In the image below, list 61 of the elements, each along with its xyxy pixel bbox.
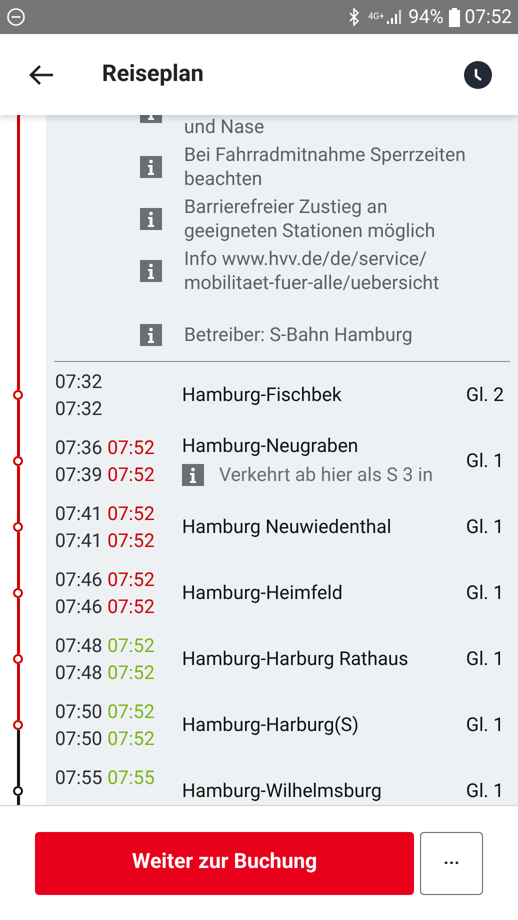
- station-name: Hamburg-Neugraben: [182, 432, 360, 459]
- note-text: Barrierefreier Zustieg an geeigneten Stationen möglich: [184, 195, 436, 243]
- platform-label: Gl. 1: [466, 514, 505, 540]
- actual-time: 07:55: [107, 765, 155, 791]
- platform-label: Gl. 1: [466, 646, 505, 672]
- planned-time: 07:32: [55, 396, 102, 422]
- station-name: Hamburg-Harburg Rathaus: [182, 646, 410, 672]
- clock-button[interactable]: [464, 60, 492, 88]
- station-name: Hamburg Neuwiedenthal: [182, 514, 392, 540]
- actual-time: 07:52: [107, 462, 155, 488]
- planned-time: 07:55: [55, 765, 102, 791]
- planned-time: 07:41: [55, 501, 102, 527]
- actual-time: 07:52: [107, 528, 155, 554]
- planned-time: 07:46: [55, 594, 102, 620]
- planned-time: 07:46: [55, 567, 102, 593]
- info-icon: [182, 464, 204, 486]
- actual-time: 07:52: [107, 726, 155, 752]
- station-name: Hamburg-Fischbek: [182, 382, 343, 408]
- platform-label: Gl. 1: [466, 712, 505, 738]
- planned-time: 07:50: [55, 726, 102, 752]
- note-text: Info www.hvv.de/de/service/ mobilitaet-fuer-alle/uebersicht: [184, 247, 440, 295]
- actual-time: 07:52: [107, 567, 155, 593]
- info-icon: [140, 260, 162, 282]
- actual-time: 07:52: [107, 594, 155, 620]
- actual-time: 07:52: [107, 435, 155, 461]
- platform-label: Gl. 1: [466, 580, 505, 606]
- info-icon: [140, 156, 162, 178]
- back-arrow-icon: [28, 64, 54, 86]
- stop-note: Verkehrt ab hier als S 3 in: [219, 462, 434, 488]
- station-name: Hamburg-Heimfeld: [182, 580, 344, 606]
- actual-time: 07:52: [107, 501, 155, 527]
- actual-time: 07:52: [107, 699, 155, 725]
- do-not-disturb-icon: [6, 7, 26, 27]
- more-button[interactable]: ···: [420, 832, 483, 894]
- signal-icon: [386, 9, 402, 25]
- platform-label: Gl. 2: [466, 382, 505, 408]
- station-name: Hamburg-Wilhelmsburg: [182, 778, 383, 804]
- note-text: Betreiber: S-Bahn Hamburg: [184, 323, 413, 347]
- battery-icon: [448, 8, 460, 26]
- note-text: Bei Fahrradmitnahme Sperrzeiten beachten: [184, 143, 467, 191]
- actual-time: 07:52: [107, 660, 155, 686]
- planned-time: 07:48: [55, 633, 102, 659]
- station-name: Hamburg-Harburg(S): [182, 712, 360, 738]
- planned-time: 07:41: [55, 528, 102, 554]
- planned-time: 07:36: [55, 435, 102, 461]
- planned-time: 07:48: [55, 660, 102, 686]
- info-icon: [140, 208, 162, 230]
- info-icon: [140, 324, 162, 346]
- planned-time: 07:50: [55, 699, 102, 725]
- platform-label: Gl. 1: [466, 778, 505, 804]
- actual-time: 07:52: [107, 633, 155, 659]
- network-label: 4G+: [368, 12, 384, 22]
- note-text: und Nase: [184, 115, 264, 139]
- planned-time: 07:39: [55, 462, 102, 488]
- platform-label: Gl. 1: [466, 448, 505, 474]
- page-title: Reiseplan: [102, 59, 204, 90]
- battery-percent: 94%: [408, 4, 444, 30]
- continue-booking-button[interactable]: Weiter zur Buchung: [35, 832, 414, 894]
- bluetooth-icon: [348, 8, 360, 26]
- planned-time: 07:32: [55, 369, 102, 395]
- clock-time: 07:52: [464, 4, 512, 30]
